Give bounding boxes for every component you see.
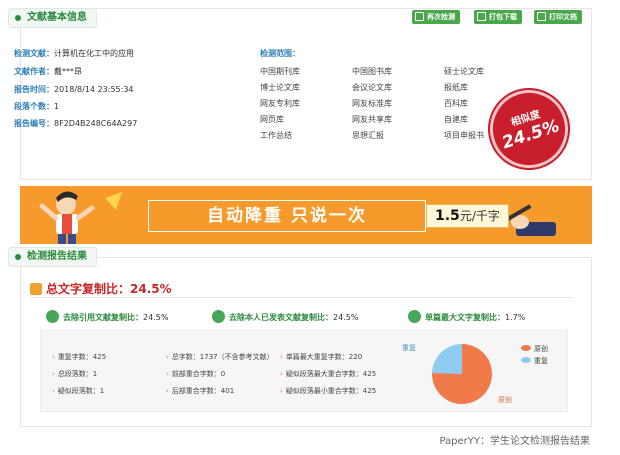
sparkle-icon <box>105 192 122 210</box>
download-button[interactable]: 打包下载 <box>474 10 522 24</box>
stat-item: › 总段落数：1 <box>52 370 98 378</box>
chevron-right-icon: › <box>52 370 55 378</box>
stat-item: › 前部重合字数：0 <box>166 370 226 378</box>
metric-max-single: 单篇最大文字复制比：1.7% <box>408 310 525 323</box>
scope-item: 报纸库 <box>444 83 468 92</box>
scope-item: 项目申报书 <box>444 131 484 140</box>
scope-item: 博士论文库 <box>260 83 300 92</box>
print-button[interactable]: 打印文档 <box>534 10 582 24</box>
cartoon-man-icon <box>39 191 95 244</box>
info-row-title: 检测文献：计算机在化工中的应用 <box>14 49 134 58</box>
stat-item: › 疑似段落最小重合字数：425 <box>280 387 377 395</box>
scope-item: 中国图书库 <box>352 67 392 76</box>
scope-item: 百科库 <box>444 99 468 108</box>
document-info-title: 文献基本信息 <box>8 8 97 28</box>
pen-hand-icon <box>506 204 556 236</box>
banner-slogan: 自动降重 只说一次 <box>148 200 426 232</box>
stat-item: › 后部重合字数：401 <box>166 387 235 395</box>
chevron-right-icon: › <box>280 370 283 378</box>
scope-item: 自建库 <box>444 115 468 124</box>
document-icon <box>408 310 421 323</box>
chevron-right-icon: › <box>280 387 283 395</box>
price-number: 1.5 <box>435 208 460 224</box>
legend-swatch <box>521 357 531 363</box>
image-caption: PaperYY：学生论文检测报告结果 <box>439 436 590 447</box>
similarity-pie-chart: 重复原创原创重复 <box>402 343 548 404</box>
report-icon <box>30 283 42 295</box>
scope-item: 网友专利库 <box>260 99 300 108</box>
recheck-button[interactable]: 再次检测 <box>412 10 460 24</box>
bullet-icon <box>15 254 21 260</box>
metric-exclude-own: 去除本人已发表文献复制比：24.5% <box>212 310 358 323</box>
chevron-right-icon: › <box>52 353 55 361</box>
pie-label-original: 原创 <box>498 395 512 404</box>
total-copy-ratio: 总文字复制比：24.5% <box>30 280 172 297</box>
legend-label: 重复 <box>534 356 548 365</box>
divider <box>30 297 574 298</box>
pie-slice-duplicate <box>432 344 462 374</box>
stat-item: › 疑似段落数：1 <box>52 387 105 395</box>
scope-item: 工作总结 <box>260 131 292 140</box>
chevron-right-icon: › <box>280 353 283 361</box>
price-unit: 元/千字 <box>459 209 500 223</box>
banner-price: 1.5元/千字 <box>426 204 509 228</box>
scope-item: 网友标准库 <box>352 99 392 108</box>
refresh-icon <box>46 310 59 323</box>
info-row-report-id: 报告编号：8F2D4B248C64A297 <box>14 119 138 128</box>
check-icon <box>415 12 424 21</box>
scope-label: 检测范围： <box>260 49 300 58</box>
promo-banner[interactable]: 自动降重 只说一次 1.5元/千字 <box>20 186 592 244</box>
pie-label-duplicate: 重复 <box>402 343 416 352</box>
info-row-author: 文献作者：戴***昂 <box>14 67 82 76</box>
scope-item: 硕士论文库 <box>444 67 484 76</box>
slash-icon <box>212 310 225 323</box>
stat-item: › 重复字数：425 <box>52 353 107 361</box>
bullet-icon <box>15 15 21 21</box>
scope-item: 网友共享库 <box>352 115 392 124</box>
printer-icon <box>537 12 546 21</box>
metric-exclude-citations: 去除引用文献复制比：24.5% <box>46 310 168 323</box>
stat-item: › 总字数：1737（不含参考文献） <box>166 353 274 361</box>
chevron-right-icon: › <box>166 370 169 378</box>
legend-swatch <box>521 345 531 351</box>
scope-item: 中国期刊库 <box>260 67 300 76</box>
stat-item: › 疑似段落最大重合字数：425 <box>280 370 377 378</box>
chevron-right-icon: › <box>52 387 55 395</box>
scope-item: 思想汇报 <box>352 131 384 140</box>
scope-item: 网页库 <box>260 115 284 124</box>
chevron-right-icon: › <box>166 353 169 361</box>
chevron-right-icon: › <box>166 387 169 395</box>
info-row-paragraphs: 段落个数：1 <box>14 102 60 111</box>
download-icon <box>477 12 486 21</box>
scope-item: 会议论文库 <box>352 83 392 92</box>
stat-item: › 单篇最大重复字数：220 <box>280 353 363 361</box>
report-result-title: 检测报告结果 <box>8 247 97 267</box>
legend-label: 原创 <box>534 344 548 353</box>
info-row-time: 报告时间：2018/8/14 23:55:34 <box>14 85 134 94</box>
